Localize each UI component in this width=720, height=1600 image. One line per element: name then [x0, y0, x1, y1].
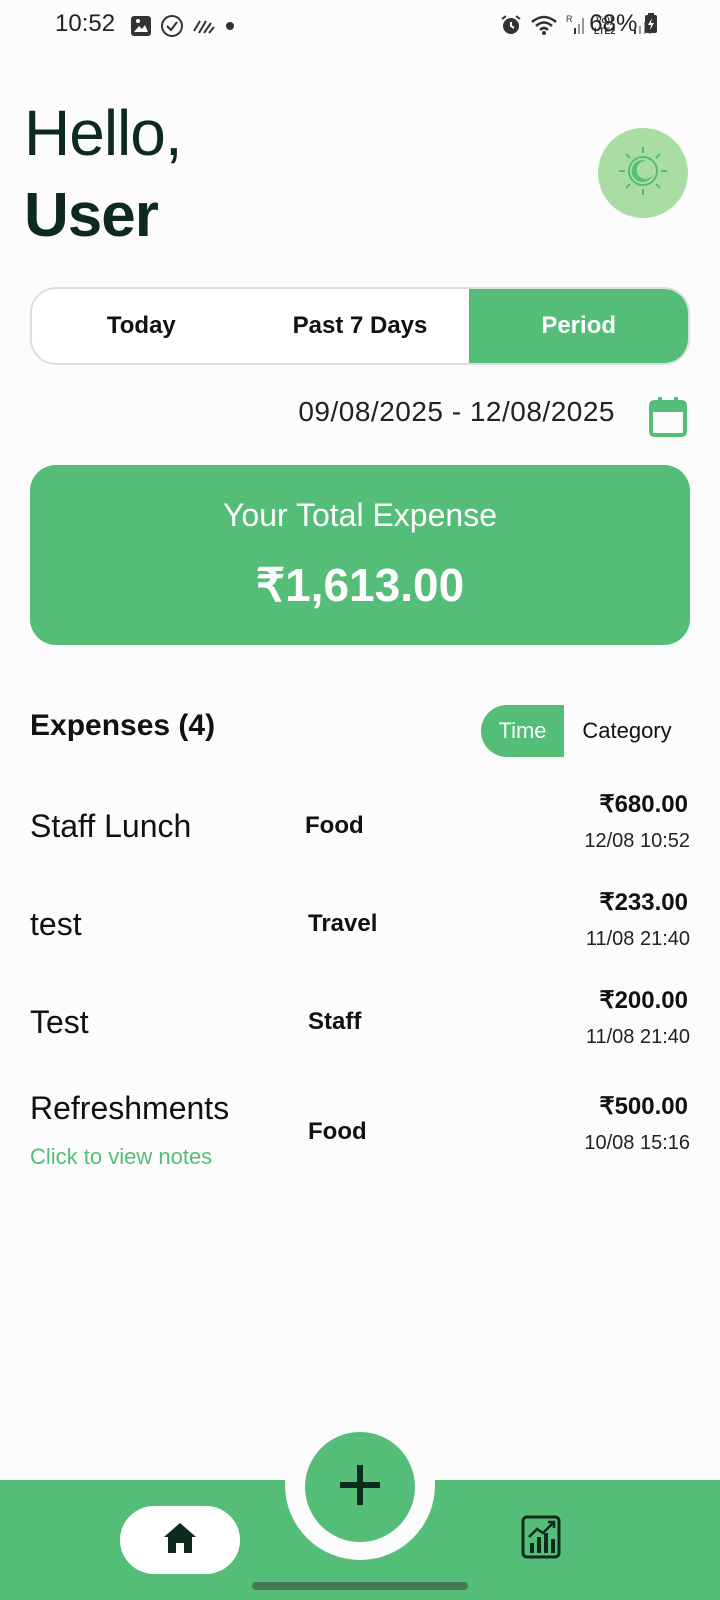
expense-amount: ₹233.00 — [599, 889, 688, 916]
expense-row[interactable]: Refreshments Click to view notes Food ₹5… — [0, 1082, 720, 1192]
greeting-hello: Hello, — [24, 97, 183, 169]
expense-row[interactable]: Test Staff ₹200.00 11/08 21:40 — [0, 978, 720, 1078]
svg-text:R: R — [566, 14, 573, 24]
expense-category: Food — [308, 1118, 367, 1145]
battery-level: 68% — [589, 10, 658, 38]
date-range-text: 09/08/2025 - 12/08/2025 — [298, 396, 615, 427]
expense-name: Refreshments — [30, 1090, 230, 1126]
expense-amount: ₹200.00 — [599, 987, 688, 1014]
tab-period[interactable]: Period — [469, 289, 688, 363]
wifi-icon — [530, 14, 558, 41]
tab-today[interactable]: Today — [32, 289, 251, 363]
expense-row[interactable]: Staff Lunch Food ₹680.00 12/08 10:52 — [0, 782, 720, 882]
expense-name: test — [30, 906, 82, 942]
nav-stats-button[interactable] — [518, 1515, 564, 1564]
dot-icon — [224, 15, 236, 42]
status-bar: 10:52 R Vo)) LTE2 68% — [0, 0, 720, 52]
signal-activity-icon — [192, 15, 216, 42]
plus-icon — [338, 1463, 382, 1512]
greeting-user: User — [24, 181, 159, 250]
expense-category: Staff — [308, 1008, 362, 1035]
expense-datetime: 10/08 15:16 — [584, 1132, 690, 1154]
expense-amount: ₹500.00 — [599, 1093, 688, 1120]
total-expense-card: Your Total Expense ₹1,613.00 — [30, 465, 690, 645]
theme-toggle-button[interactable] — [598, 128, 688, 218]
nav-home-button[interactable] — [120, 1506, 240, 1574]
total-expense-label: Your Total Expense — [223, 497, 497, 533]
battery-icon — [644, 10, 658, 38]
expense-category: Food — [305, 812, 364, 839]
expense-name: Test — [30, 1004, 89, 1040]
expense-amount: ₹680.00 — [599, 791, 688, 818]
view-notes-link[interactable]: Click to view notes — [30, 1144, 212, 1170]
gesture-bar — [252, 1582, 468, 1590]
sort-category-button[interactable]: Category — [564, 705, 690, 757]
expenses-heading: Expenses (4) — [30, 709, 216, 742]
calendar-icon[interactable] — [648, 396, 688, 443]
total-expense-value: ₹1,613.00 — [255, 559, 465, 611]
stats-chart-icon — [521, 1515, 561, 1564]
add-expense-button[interactable] — [305, 1432, 415, 1542]
home-icon — [162, 1521, 198, 1560]
check-circle-icon — [160, 14, 184, 43]
image-icon — [130, 15, 152, 42]
period-selector: Today Past 7 Days Period — [30, 287, 690, 365]
signal-icon: R — [566, 14, 586, 41]
expense-datetime: 11/08 21:40 — [585, 1026, 690, 1048]
sort-toggle: Time Category — [481, 705, 690, 757]
sort-time-button[interactable]: Time — [481, 705, 564, 757]
expense-row[interactable]: test Travel ₹233.00 11/08 21:40 — [0, 880, 720, 980]
expense-datetime: 12/08 10:52 — [584, 830, 690, 852]
theme-sun-moon-icon — [617, 145, 669, 202]
tab-past-7-days[interactable]: Past 7 Days — [251, 289, 470, 363]
expense-category: Travel — [308, 910, 378, 937]
expense-name: Staff Lunch — [30, 808, 192, 844]
status-time: 10:52 — [55, 10, 116, 37]
alarm-icon — [500, 14, 522, 41]
expense-datetime: 11/08 21:40 — [585, 928, 690, 950]
